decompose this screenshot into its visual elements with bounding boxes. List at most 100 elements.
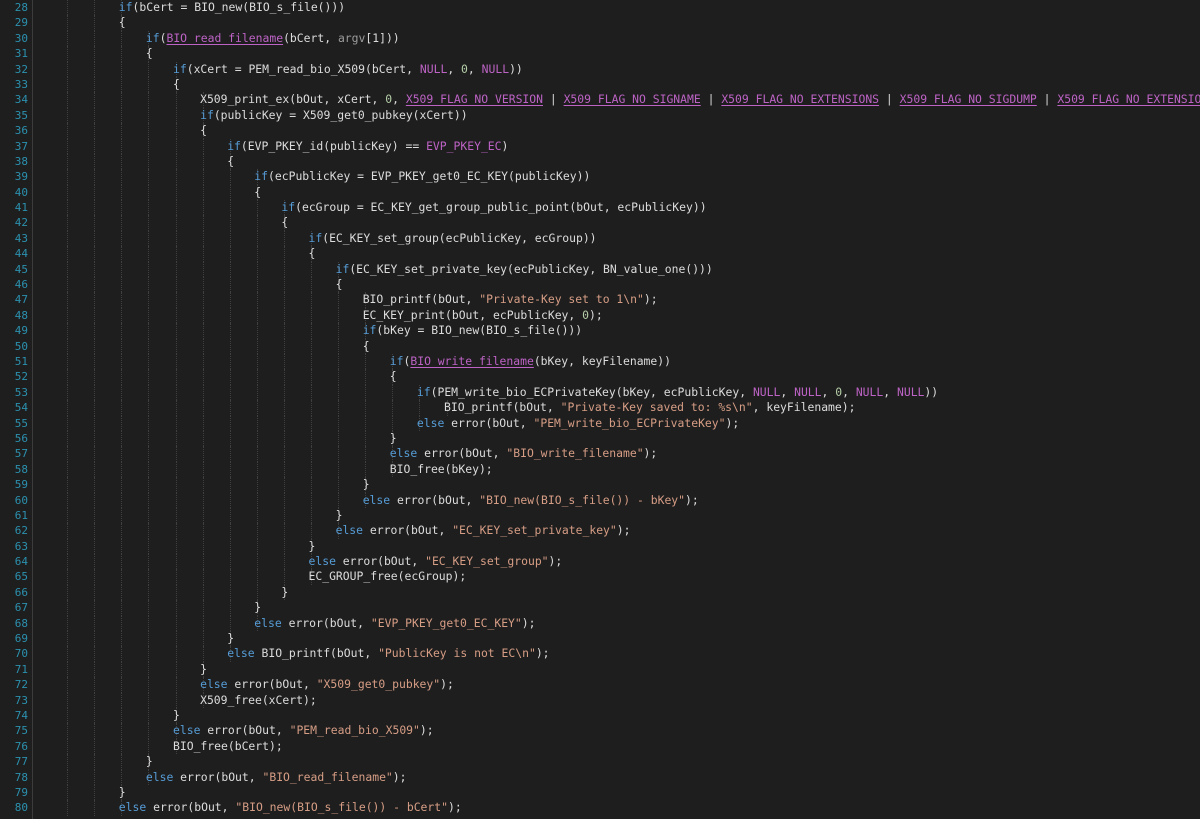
code-line[interactable]: if(BIO_read_filename(bCert, argv[1])) <box>33 30 1200 47</box>
code-line[interactable]: else error(bOut, "PEM_write_bio_ECPrivat… <box>33 415 1200 431</box>
code-line[interactable]: else error(bOut, "BIO_new(BIO_s_file()) … <box>33 492 1200 508</box>
code-line[interactable]: if(bKey = BIO_new(BIO_s_file())) <box>33 323 1200 339</box>
code-line[interactable]: else error(bOut, "BIO_new(BIO_s_file()) … <box>33 800 1200 816</box>
code-token: EVP_PKEY_EC <box>426 138 502 153</box>
code-line-content: } <box>119 785 126 800</box>
code-line[interactable]: } <box>33 477 1200 493</box>
indent-guide <box>175 538 177 555</box>
code-token: ); <box>589 307 603 322</box>
indent-guide <box>175 261 177 278</box>
indent-guide <box>148 292 150 308</box>
code-line[interactable]: if(EC_KEY_set_group(ecPublicKey, ecGroup… <box>33 230 1200 247</box>
code-line[interactable]: { <box>33 369 1200 385</box>
indent-guide <box>283 384 285 401</box>
indent-guide <box>148 584 150 601</box>
code-line[interactable]: X509_free(xCert); <box>33 692 1200 708</box>
indent-guide <box>67 384 69 401</box>
code-line[interactable]: else BIO_printf(bOut, "PublicKey is not … <box>33 646 1200 662</box>
indent-guide <box>256 477 258 493</box>
code-line[interactable]: else error(bOut, "EC_KEY_set_private_key… <box>33 523 1200 539</box>
line-number-gutter[interactable]: 28 29 30 31 32 33 34 35 36 37 38 39 40 41 42 43 44 45 46 47… <box>0 0 28 819</box>
code-line-content: BIO_free(bCert); <box>173 739 283 754</box>
code-line[interactable]: } <box>33 430 1200 447</box>
code-line-content: { <box>309 246 316 261</box>
indent-guide <box>338 430 340 447</box>
code-line[interactable]: if(ecGroup = EC_KEY_get_group_public_poi… <box>33 200 1200 216</box>
code-line[interactable]: BIO_free(bKey); <box>33 461 1200 478</box>
code-line[interactable]: if(PEM_write_bio_ECPrivateKey(bKey, ecPu… <box>33 384 1200 401</box>
code-token: if <box>173 61 187 76</box>
code-line[interactable]: } <box>33 661 1200 678</box>
indent-guide <box>94 107 96 124</box>
code-token: (bCert = BIO_new(BIO_s_file())) <box>132 0 346 14</box>
code-line[interactable]: else error(bOut, "BIO_write_filename"); <box>33 446 1200 462</box>
code-line[interactable]: if(publicKey = X509_get0_pubkey(xCert)) <box>33 107 1200 124</box>
code-line[interactable]: if(bCert = BIO_new(BIO_s_file())) <box>33 0 1200 16</box>
code-line[interactable]: BIO_printf(bOut, "Private-Key set to 1\n… <box>33 292 1200 308</box>
indent-guide <box>94 307 96 324</box>
indent-guide <box>311 353 312 370</box>
code-line[interactable]: } <box>33 507 1200 524</box>
code-line[interactable]: else error(bOut, "EC_KEY_set_group"); <box>33 554 1200 570</box>
code-line[interactable]: if(xCert = PEM_read_bio_X509(bCert, NULL… <box>33 61 1200 77</box>
code-line[interactable]: EC_KEY_print(bOut, ecPublicKey, 0); <box>33 307 1200 324</box>
indent-guide <box>338 323 340 339</box>
indent-guide <box>94 277 96 293</box>
indent-guide <box>202 338 204 354</box>
code-editor[interactable]: 28 29 30 31 32 33 34 35 36 37 38 39 40 41 42 43 44 45 46 47… <box>0 0 1200 819</box>
indent-guide <box>94 169 96 185</box>
indent-guide <box>311 446 312 462</box>
indent-guide <box>67 754 69 770</box>
code-line[interactable]: } <box>33 784 1200 801</box>
code-line[interactable]: X509_print_ex(bOut, xCert, 0, X509_FLAG_… <box>33 92 1200 108</box>
indent-guide <box>121 246 123 262</box>
code-line[interactable]: else error(bOut, "PEM_read_bio_X509"); <box>33 723 1200 739</box>
code-line[interactable]: } <box>33 707 1200 724</box>
code-line[interactable]: if(EC_KEY_set_private_key(ecPublicKey, B… <box>33 261 1200 278</box>
code-area[interactable]: if(bCert = BIO_new(BIO_s_file())){if(BIO… <box>33 0 1200 819</box>
code-line[interactable]: } <box>33 538 1200 555</box>
code-token: if <box>145 30 160 45</box>
code-line-content: } <box>390 431 397 446</box>
code-line[interactable]: { <box>33 246 1200 262</box>
code-token: ) <box>501 138 509 153</box>
code-line-content: EC_KEY_print(bOut, ecPublicKey, 0); <box>363 308 603 323</box>
code-line[interactable]: else error(bOut, "BIO_read_filename"); <box>33 769 1200 785</box>
code-line[interactable]: { <box>33 15 1200 31</box>
indent-guide <box>121 569 123 585</box>
code-line[interactable]: if(EVP_PKEY_id(publicKey) == EVP_PKEY_EC… <box>33 138 1200 154</box>
code-token: "Private-Key set to 1\n" <box>479 292 644 307</box>
code-line[interactable]: if(ecPublicKey = EVP_PKEY_get0_EC_KEY(pu… <box>33 169 1200 185</box>
code-line[interactable]: { <box>33 184 1200 201</box>
code-line[interactable]: } <box>33 631 1200 647</box>
indent-guide <box>94 523 96 539</box>
indent-guide <box>67 554 69 570</box>
code-line[interactable]: } <box>33 600 1200 616</box>
code-line[interactable]: } <box>33 754 1200 770</box>
code-line[interactable]: EC_GROUP_free(ecGroup); <box>33 569 1200 585</box>
code-token: NULL <box>896 384 925 399</box>
code-line[interactable]: { <box>33 215 1200 231</box>
indent-guide <box>67 323 69 339</box>
code-line[interactable]: { <box>33 46 1200 62</box>
code-line[interactable]: BIO_printf(bOut, "Private-Key saved to: … <box>33 400 1200 416</box>
code-line[interactable]: { <box>33 153 1200 170</box>
code-line[interactable]: BIO_free(bCert); <box>33 738 1200 755</box>
line-number: 32 <box>14 62 28 76</box>
code-line[interactable]: else error(bOut, "EVP_PKEY_get0_EC_KEY")… <box>33 615 1200 632</box>
code-line[interactable]: { <box>33 76 1200 93</box>
code-token: else <box>308 554 336 569</box>
code-line[interactable]: if(BIO_write_filename(bKey, keyFilename)… <box>33 353 1200 370</box>
indent-guide <box>256 338 258 354</box>
code-line[interactable]: else error(bOut, "X509_get0_pubkey"); <box>33 677 1200 693</box>
indent-guide <box>121 461 123 478</box>
code-line[interactable]: { <box>33 338 1200 354</box>
indent-guide <box>67 76 69 93</box>
code-line[interactable]: } <box>33 584 1200 601</box>
code-line[interactable]: { <box>33 277 1200 293</box>
indent-guide <box>311 507 312 524</box>
indent-guide <box>365 400 367 416</box>
code-line[interactable]: { <box>33 123 1200 139</box>
indent-guide <box>365 430 367 447</box>
indent-guide <box>202 461 204 478</box>
